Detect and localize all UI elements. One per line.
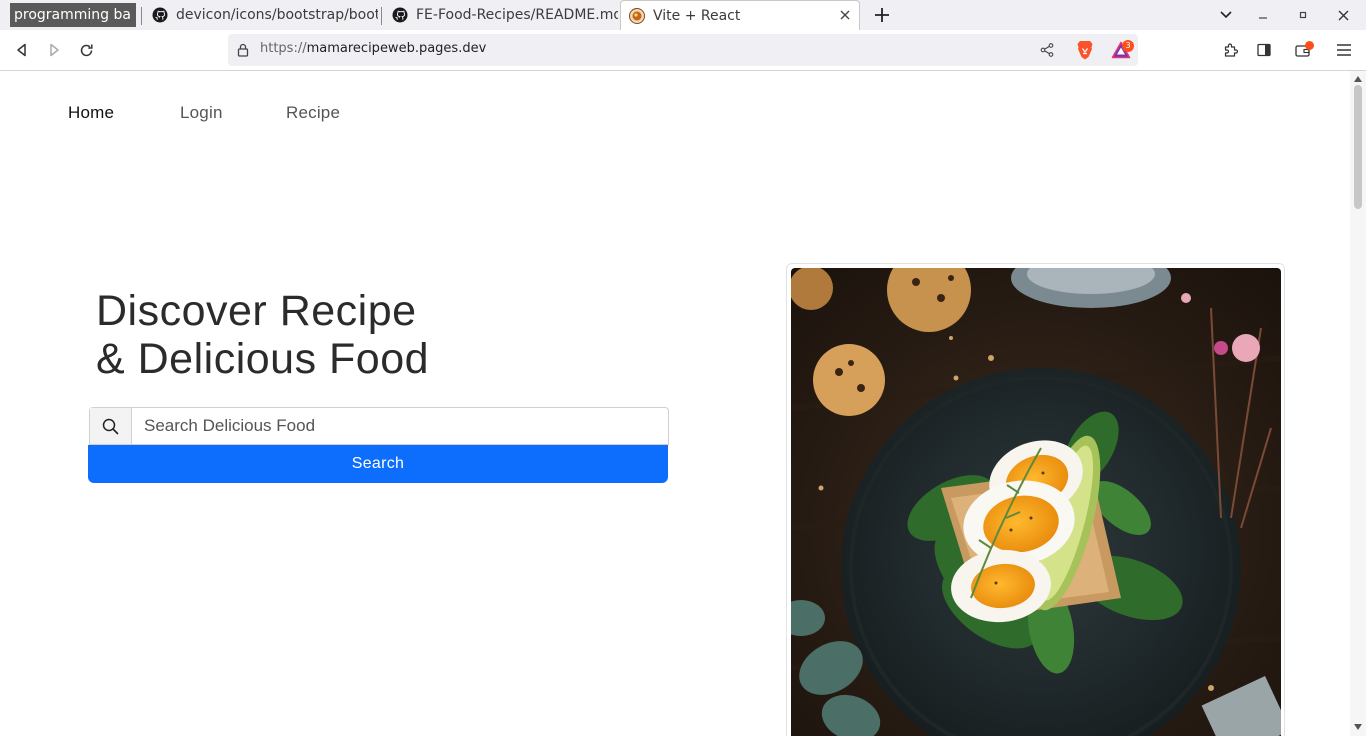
scroll-down-arrow-icon[interactable] [1353,723,1363,731]
recipe-favicon-icon [629,7,645,24]
search-input-group [89,407,669,445]
url-text[interactable]: https://mamarecipeweb.pages.dev [260,41,486,56]
scroll-up-arrow-icon[interactable] [1353,75,1363,83]
restore-icon [1299,11,1307,19]
nav-link-home[interactable]: Home [68,103,114,123]
tab-label: Vite + React [653,7,741,24]
page-scrollbar[interactable] [1350,71,1366,736]
minimize-window-button[interactable] [1254,7,1272,23]
sidebar-icon [1257,43,1271,57]
share-button[interactable] [1038,41,1056,59]
forward-arrow-icon [50,43,59,57]
hero-title: Discover Recipe & Delicious Food [96,287,429,383]
reload-button[interactable] [76,40,96,60]
extensions-button[interactable] [1222,41,1240,59]
wallet-notification-dot [1305,41,1314,50]
share-icon [1040,43,1054,57]
nav-link-recipe[interactable]: Recipe [286,103,340,123]
search-input[interactable] [132,408,668,444]
brave-rewards-button[interactable]: 3 [1110,40,1134,60]
puzzle-piece-icon [1224,43,1239,57]
egg-avocado-toast-image [791,268,1281,736]
tab-label: programming ba [14,7,131,23]
hero-image-card [786,263,1285,736]
restore-window-button[interactable] [1294,7,1312,23]
tab-label: FE-Food-Recipes/README.md [416,7,618,23]
tab-label: devicon/icons/bootstrap/boot [176,7,378,23]
github-icon [392,7,408,23]
chevron-down-icon [1220,11,1232,19]
url-host: mamarecipeweb.pages.dev [306,41,487,56]
tab-list-button[interactable] [1216,7,1236,23]
close-window-button[interactable] [1334,7,1352,23]
tab-vite-react[interactable]: Vite + React [620,0,860,30]
close-icon [1338,10,1348,20]
site-navbar: Home Login Recipe [0,103,600,127]
hero-title-line-1: Discover Recipe [96,287,417,335]
plus-icon [875,8,889,22]
search-button[interactable]: Search [88,445,668,483]
rewards-count-badge: 3 [1122,40,1134,52]
hamburger-menu-icon [1337,44,1351,56]
menu-button[interactable] [1335,41,1353,59]
minimize-icon [1259,17,1267,19]
forward-button[interactable] [44,40,64,60]
tab-strip: programming ba devicon/icons/bootstrap/b… [0,0,1366,30]
scrollbar-thumb[interactable] [1354,85,1362,209]
close-tab-icon[interactable] [837,7,853,23]
lock-icon[interactable] [236,42,250,58]
new-tab-button[interactable] [872,6,892,24]
back-button[interactable] [12,40,32,60]
reload-icon [80,44,93,56]
url-scheme: https:// [260,41,307,56]
sidebar-button[interactable] [1255,41,1273,59]
nav-link-login[interactable]: Login [180,103,223,123]
github-icon [152,7,168,23]
back-arrow-icon [17,43,26,57]
wallet-button[interactable] [1292,40,1314,60]
hero-title-line-2: & Delicious Food [96,335,430,383]
page-viewport: Home Login Recipe Discover Recipe & Deli… [0,71,1350,736]
tab-group-programming[interactable]: programming ba [10,3,136,27]
tab-fe-food-recipes[interactable]: FE-Food-Recipes/README.md [382,0,620,30]
brave-shields-button[interactable] [1075,39,1095,61]
search-icon [90,408,132,444]
brave-lion-icon [1077,41,1093,60]
tab-devicon[interactable]: devicon/icons/bootstrap/boot [142,0,380,30]
